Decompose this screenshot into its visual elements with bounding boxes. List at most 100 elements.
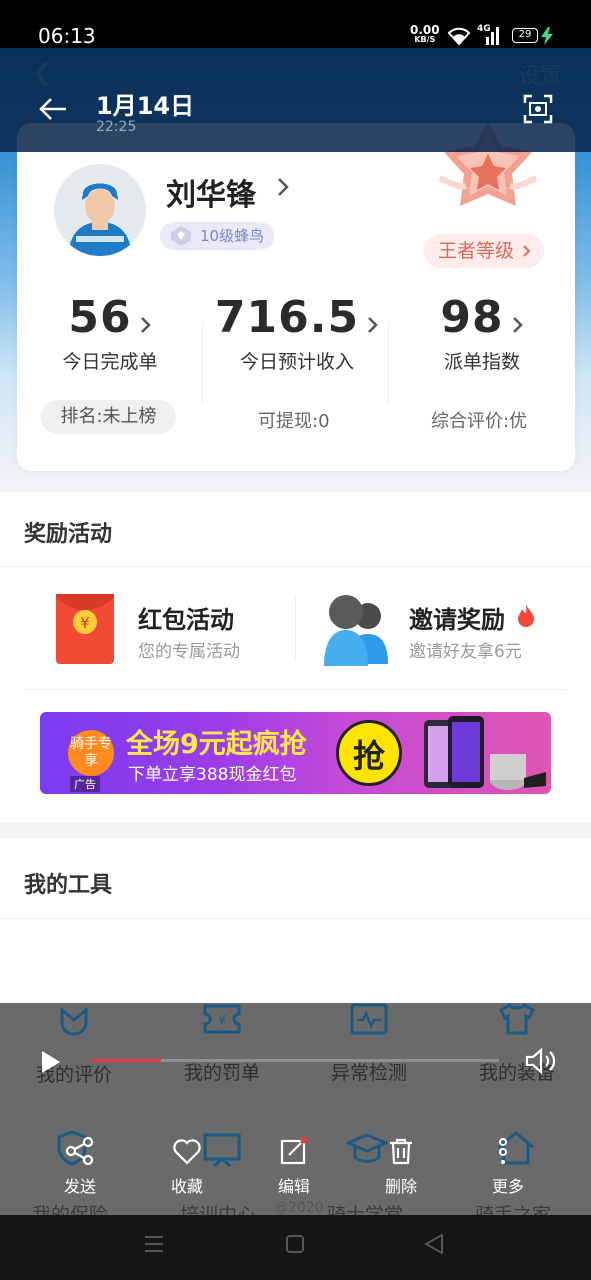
more-icon	[499, 1138, 507, 1164]
menu-icon[interactable]	[144, 1235, 164, 1253]
income-label: 今日预计收入	[239, 351, 354, 373]
invite-reward-subtitle: 邀请好友拿6元	[409, 642, 522, 662]
svg-text:¥: ¥	[80, 614, 90, 632]
tool-label: 我的装备	[478, 1062, 555, 1084]
delete-button[interactable]: 删除	[361, 1137, 441, 1197]
red-envelope-title[interactable]: 红包活动	[138, 600, 234, 635]
tier-badge[interactable]: 王者等级	[424, 234, 545, 268]
share-button[interactable]: 发送	[40, 1137, 120, 1197]
back-arrow-icon[interactable]	[38, 96, 68, 122]
fire-icon	[518, 605, 534, 627]
ticket-icon: ¥	[203, 1004, 241, 1034]
level-label: 10级蜂鸟	[200, 227, 265, 245]
diamond-icon	[171, 226, 191, 246]
stat-dispatch[interactable]: 98 派单指数	[412, 292, 552, 374]
level-badge[interactable]: 10级蜂鸟	[160, 222, 275, 250]
home-nav-icon[interactable]	[286, 1235, 304, 1253]
promo-badge: 骑手专享	[68, 730, 114, 776]
completed-orders-label: 今日完成单	[62, 351, 158, 373]
shirt-icon	[499, 1002, 535, 1035]
share-label: 发送	[63, 1177, 96, 1196]
divider	[0, 918, 591, 919]
share-icon	[65, 1137, 94, 1165]
favorite-label: 收藏	[170, 1177, 203, 1196]
divider	[295, 596, 296, 660]
avatar[interactable]	[54, 164, 146, 256]
play-icon[interactable]	[40, 1049, 62, 1075]
grab-button[interactable]: 抢	[336, 720, 402, 786]
stat-completed[interactable]: 56 今日完成单	[40, 292, 180, 374]
red-envelope-subtitle: 您的专属活动	[138, 642, 240, 662]
tool-my-rating[interactable]: 我的评价	[14, 1002, 134, 1087]
progress-track[interactable]	[92, 1059, 499, 1062]
trash-icon	[390, 1138, 412, 1165]
svg-text:¥: ¥	[218, 1014, 226, 1029]
charging-icon	[541, 27, 553, 45]
volume-icon[interactable]	[525, 1047, 559, 1075]
chevron-right-icon	[523, 245, 531, 257]
rewards-title: 奖励活动	[24, 522, 113, 547]
favorite-button[interactable]: 收藏	[147, 1137, 227, 1197]
income-value: 716.5	[214, 292, 360, 343]
promo-subline: 下单立享388现金红包	[128, 765, 297, 785]
invite-users-icon[interactable]	[322, 590, 392, 668]
completed-orders-value: 56	[68, 292, 132, 343]
photo-date: 1月14日	[96, 92, 195, 120]
net-speed: 0.00 KB/S	[410, 24, 440, 44]
back-nav-icon[interactable]	[424, 1234, 444, 1254]
net-speed-unit: KB/S	[414, 35, 436, 44]
section-gap	[0, 488, 591, 492]
overall-rating-text: 综合评价:优	[431, 411, 528, 432]
edit-label: 编辑	[277, 1177, 310, 1196]
chevron-right-icon	[140, 316, 151, 333]
dispatch-index-value: 98	[440, 292, 504, 343]
status-time: 06:13	[38, 24, 96, 48]
section-gap	[0, 822, 591, 838]
rider-name[interactable]: 刘华锋	[166, 170, 256, 214]
chevron-right-icon	[368, 316, 378, 333]
delete-label: 删除	[384, 1177, 417, 1196]
rank-pill[interactable]: 排名:未上榜	[41, 400, 176, 434]
tier-label: 王者等级	[438, 240, 515, 262]
wifi-icon	[447, 27, 471, 45]
progress-fill	[92, 1059, 162, 1062]
pulse-monitor-icon	[350, 1003, 388, 1035]
more-button[interactable]: 更多	[468, 1137, 548, 1197]
watermark-text: @2020	[274, 1200, 324, 1216]
tool-my-equipment[interactable]: 我的装备	[457, 1002, 577, 1085]
photo-time: 22:25	[96, 119, 137, 135]
rating-flower-icon	[60, 1006, 88, 1036]
status-bar: 06:13 0.00 KB/S 4G 29	[0, 0, 591, 48]
withdrawable-text: 可提现:0	[258, 411, 330, 432]
camera-scan-icon[interactable]	[523, 94, 553, 124]
stat-divider	[388, 322, 389, 404]
promo-headline: 全场9元起疯抢	[126, 729, 307, 760]
tool-my-fines[interactable]: ¥ 我的罚单	[162, 1002, 282, 1085]
divider	[24, 689, 567, 690]
dispatch-index-label: 派单指数	[443, 351, 520, 373]
edit-button[interactable]: 编辑	[254, 1137, 334, 1197]
battery-indicator: 29	[512, 28, 538, 43]
ad-label: 广告	[70, 776, 100, 792]
stat-income[interactable]: 716.5 今日预计收入	[212, 292, 382, 374]
tool-label: 我的评价	[35, 1064, 112, 1086]
heart-icon	[173, 1139, 201, 1165]
stat-divider	[202, 322, 203, 404]
tool-anomaly-check[interactable]: 异常检测	[309, 1002, 429, 1085]
invite-reward-title[interactable]: 邀请奖励	[409, 600, 505, 635]
red-envelope-icon[interactable]: ¥	[54, 592, 116, 666]
more-label: 更多	[491, 1177, 524, 1196]
tool-label: 异常检测	[330, 1062, 407, 1084]
promo-banner[interactable]: 骑手专享 全场9元起疯抢 下单立享388现金红包 抢 广告	[40, 712, 551, 794]
divider	[0, 566, 591, 567]
edit-icon	[280, 1137, 308, 1165]
rider-avatar-icon	[54, 164, 146, 256]
tool-label: 我的罚单	[183, 1062, 260, 1084]
chevron-right-icon[interactable]	[276, 177, 290, 197]
signal-icon	[486, 27, 499, 45]
chevron-right-icon	[512, 316, 523, 333]
tools-title: 我的工具	[24, 873, 113, 898]
photo-viewer-header	[0, 48, 591, 152]
product-phones-icon	[424, 716, 546, 790]
system-nav-bar	[0, 1215, 591, 1280]
